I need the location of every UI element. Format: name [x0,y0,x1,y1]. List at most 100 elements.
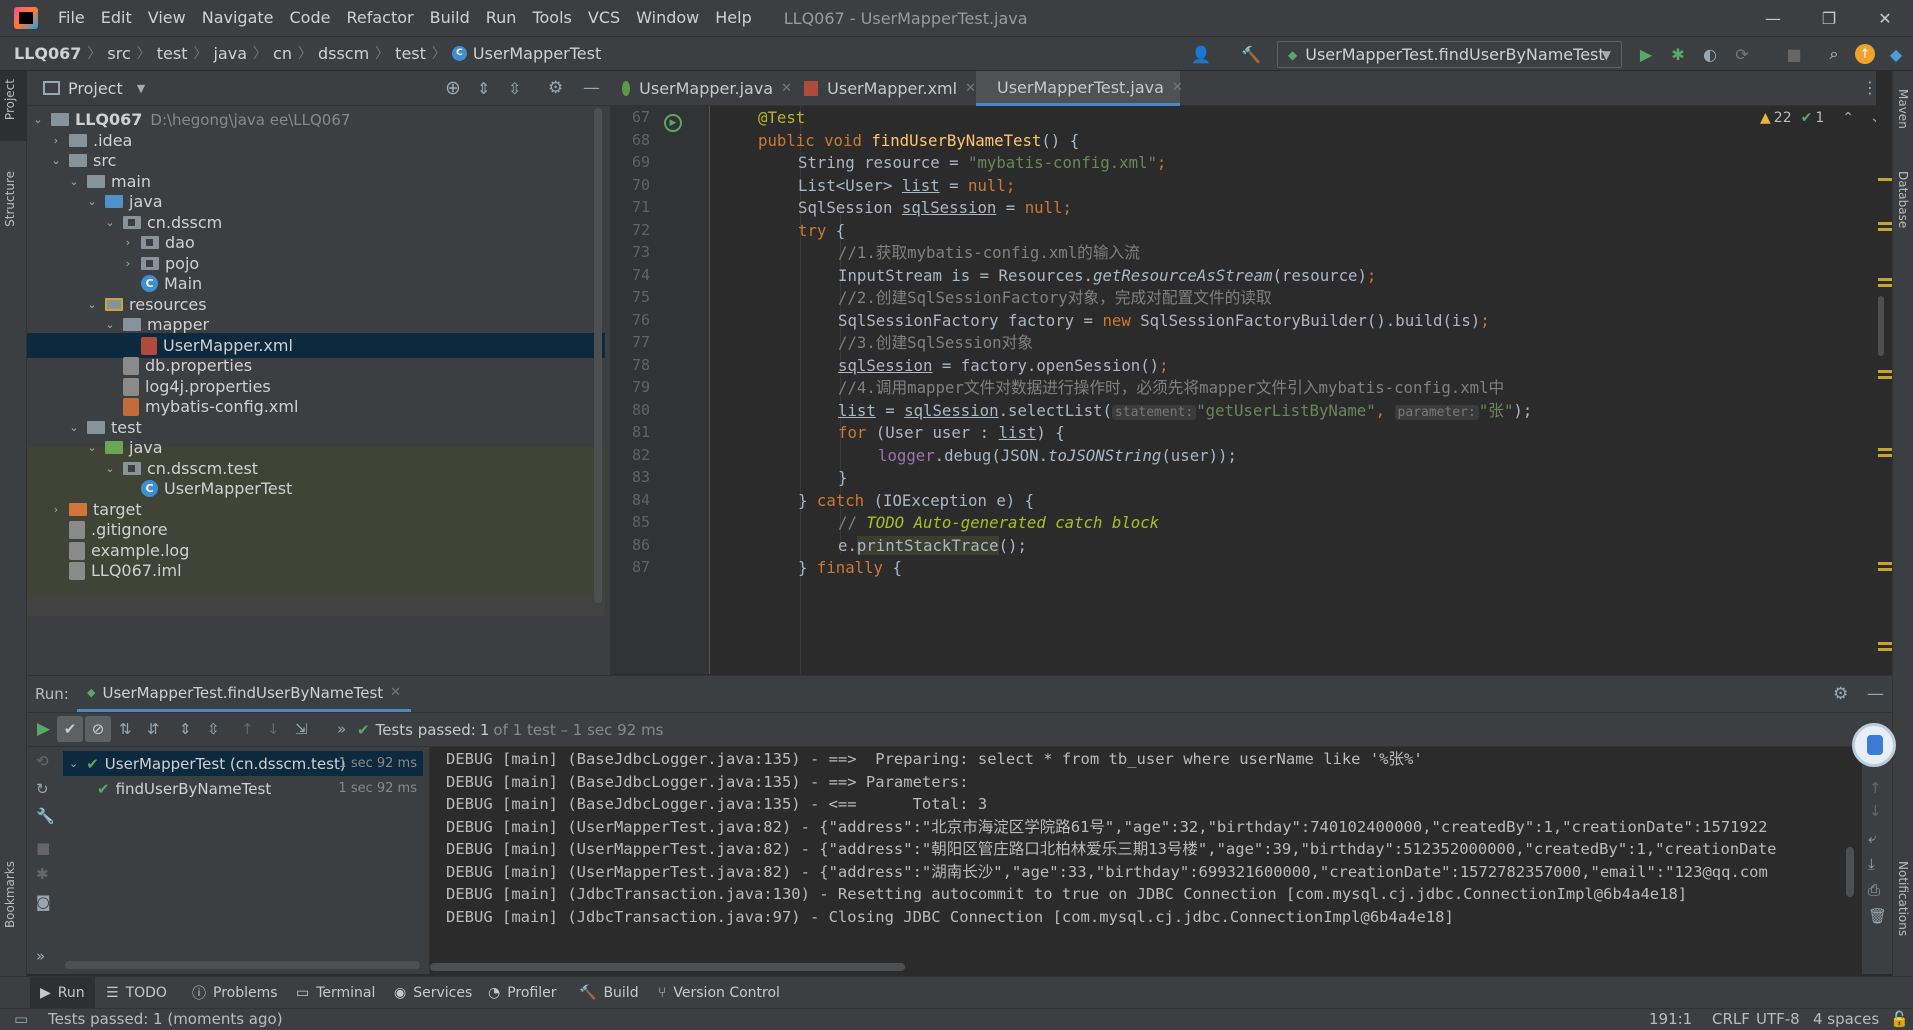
soft-wrap-icon[interactable]: ⤶ [1868,829,1876,847]
code-editor[interactable]: ▲ 22 ✔ 1 ⌃ ⌄ @Test public void findUserB… [710,106,1876,674]
indent-setting[interactable]: 4 spaces [1813,1010,1879,1028]
file-encoding[interactable]: UTF-8 [1756,1010,1800,1028]
warning-stripe[interactable] [1878,562,1892,565]
console-h-scrollbar[interactable] [430,963,905,971]
rerun-icon[interactable]: ▶ [37,719,50,739]
coverage-icon[interactable]: ◐ [1699,43,1721,65]
status-panel-toggle-icon[interactable]: ▭ [14,1010,28,1028]
warning-stripe[interactable] [1878,178,1892,181]
locate-file-icon[interactable]: ⊕ [445,77,461,99]
close-tab-icon[interactable]: ✕ [965,81,976,96]
warning-stripe[interactable] [1878,568,1892,571]
debug-icon[interactable]: ✱ [1667,43,1689,65]
status-message[interactable]: Tests passed: 1 (moments ago) [48,1010,283,1028]
rerun-failed-icon[interactable]: ⟲ [36,752,49,770]
structure-tool-tab[interactable]: Structure [3,171,17,227]
run-configuration-select[interactable]: ◆ UserMapperTest.findUserByNameTest ▼ [1277,41,1622,68]
notifications-tool-tab[interactable]: Notifications [1896,861,1910,936]
restore-button[interactable]: ❐ [1801,0,1857,36]
search-icon[interactable]: ⌕ [1823,43,1845,65]
show-ignored-toggle[interactable]: ⊘ [85,716,111,742]
caret-position[interactable]: 191:1 [1649,1010,1692,1028]
warning-stripe[interactable] [1878,278,1892,281]
run-icon[interactable]: ▶ [1635,43,1657,65]
tab-usermapper-java[interactable]: UserMapper.java ✕ [610,71,792,106]
menu-view[interactable]: View [140,0,194,36]
breadcrumb-class[interactable]: UserMapperTest [473,44,601,63]
previous-highlight-icon[interactable]: ⌃ [1842,110,1854,126]
chevron-down-icon[interactable]: ▼ [137,82,145,95]
stop-icon[interactable]: ■ [1783,43,1805,65]
test-suite-row[interactable]: ⌄ ✔ UserMapperTest (cn.dsscm.test) 1 sec… [63,751,423,776]
lock-icon[interactable]: 🔓 [1890,1010,1909,1028]
gear-icon[interactable]: ⚙ [548,78,563,98]
breadcrumb-cn[interactable]: cn [273,44,292,63]
tab-usermappertest-java[interactable]: UserMapperTest.java ✕ [976,71,1183,106]
up-icon[interactable]: ↑ [1869,779,1882,797]
line-separator[interactable]: CRLF [1712,1010,1750,1028]
more-actions-icon[interactable]: » [36,947,45,965]
breadcrumb-project[interactable]: LLQ067 [14,44,81,63]
debug-icon[interactable]: ✱ [36,865,49,883]
trash-icon[interactable]: 🗑 [1868,907,1887,925]
console-output[interactable]: DEBUG [main] (BaseJdbcLogger.java:135) -… [430,747,1862,974]
breadcrumb-test-pkg[interactable]: test [395,44,426,63]
menu-edit[interactable]: Edit [93,0,140,36]
expand-all-icon[interactable]: ⇕ [179,720,192,738]
tree-node-iml[interactable]: LLQ067.iml [27,558,605,583]
sort-duration-icon[interactable]: ⇵ [147,720,160,738]
editor-scrollbar[interactable] [1876,71,1886,675]
menu-file[interactable]: File [50,0,93,36]
test-method-row[interactable]: ✔ findUserByNameTest 1 sec 92 ms [63,776,423,801]
console-v-scrollbar[interactable] [1846,847,1854,897]
menu-window[interactable]: Window [628,0,707,36]
project-tree-scrollbar[interactable] [594,108,602,603]
minimize-button[interactable]: — [1745,0,1801,36]
warning-stripe[interactable] [1878,454,1892,457]
menu-tools[interactable]: Tools [524,0,579,36]
bookmarks-tool-tab[interactable]: Bookmarks [3,861,17,928]
project-tool-tab[interactable]: Project [3,79,17,120]
menu-refactor[interactable]: Refactor [338,0,421,36]
tool-tab-services[interactable]: ◉ Services [394,977,472,1009]
sort-alpha-icon[interactable]: ⇅ [119,720,132,738]
breadcrumb-dsscm[interactable]: dsscm [318,44,369,63]
down-icon[interactable]: ↓ [1869,802,1882,820]
inspection-widget[interactable]: ▲ 22 ✔ 1 ⌃ ⌄ [1760,110,1876,126]
more-actions-icon[interactable]: » [337,720,346,738]
project-view-select[interactable]: Project [68,79,123,98]
hide-panel-icon[interactable]: — [583,78,600,98]
warning-stripe[interactable] [1878,222,1892,225]
menu-build[interactable]: Build [422,0,478,36]
breadcrumb-java[interactable]: java [213,44,247,63]
tool-tab-terminal[interactable]: ▭ Terminal [296,977,375,1009]
build-hammer-icon[interactable]: 🔨 [1240,43,1262,65]
test-tree-scrollbar[interactable] [65,961,420,969]
gear-icon[interactable]: ⚙ [1833,684,1848,704]
toolbox-icon[interactable]: ◆ [1885,43,1907,65]
tool-tab-run[interactable]: ▶ Run [30,977,95,1009]
warning-stripe[interactable] [1878,376,1892,379]
breadcrumb-src[interactable]: src [107,44,130,63]
profile-icon[interactable]: ⟳ [1731,43,1753,65]
menu-vcs[interactable]: VCS [580,0,628,36]
tool-tab-build[interactable]: 🔨 Build [579,977,639,1009]
stop-icon[interactable]: ■ [36,839,50,857]
run-tab[interactable]: ◆ UserMapperTest.findUserByNameTest ✕ [77,676,412,712]
camera-icon[interactable]: ◙ [36,893,51,911]
previous-failed-icon[interactable]: ↑ [241,720,254,738]
menu-run[interactable]: Run [478,0,525,36]
menu-help[interactable]: Help [707,0,759,36]
menu-code[interactable]: Code [282,0,339,36]
warning-stripe[interactable] [1878,448,1892,451]
warning-stripe[interactable] [1878,370,1892,373]
import-tests-icon[interactable]: ⇲ [295,720,308,738]
run-test-gutter-icon[interactable]: ▶ [664,114,682,132]
toggle-auto-test-icon[interactable]: ↻ [36,780,49,798]
breadcrumb-test[interactable]: test [157,44,188,63]
collapse-all-icon[interactable]: ⇳ [508,79,521,98]
next-failed-icon[interactable]: ↓ [267,720,280,738]
warning-stripe[interactable] [1878,284,1892,287]
scroll-to-end-icon[interactable]: ⤓ [1868,855,1875,873]
collapse-all-icon[interactable]: ⇳ [207,720,220,738]
